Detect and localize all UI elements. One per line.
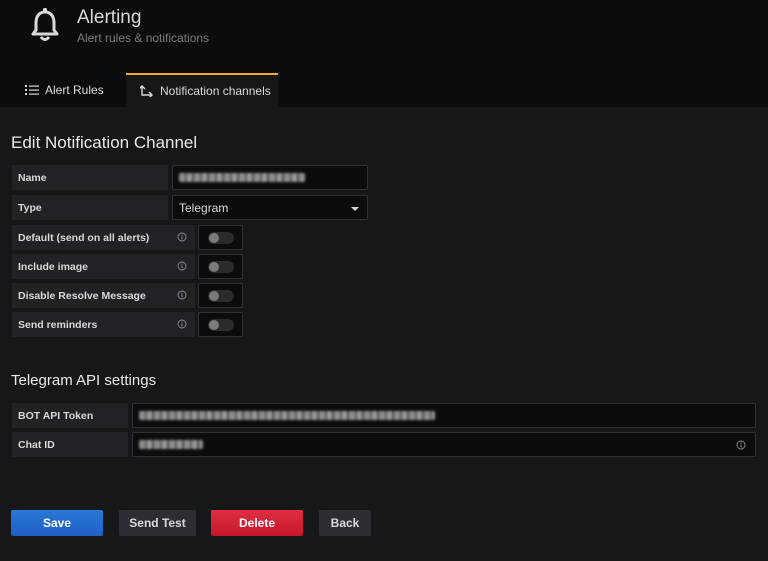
caret-down-icon — [351, 207, 359, 211]
page-title: Alerting — [77, 7, 142, 28]
redacted-value — [139, 440, 203, 449]
info-icon[interactable] — [177, 232, 187, 242]
tab-label: Alert Rules — [45, 83, 104, 97]
tab-label: Notification channels — [160, 84, 271, 98]
type-select[interactable]: Telegram — [172, 195, 368, 220]
type-label: Type — [12, 195, 168, 220]
info-icon[interactable] — [736, 440, 746, 450]
name-label: Name — [12, 165, 168, 190]
bot-token-input[interactable] — [132, 403, 756, 428]
send-test-button[interactable]: Send Test — [119, 510, 196, 536]
send-reminders-toggle[interactable] — [198, 312, 243, 337]
channel-icon — [140, 85, 153, 97]
bell-icon — [31, 8, 59, 41]
toggle-track — [208, 319, 234, 331]
redacted-value — [139, 411, 435, 420]
toggle-label-default: Default (send on all alerts) — [12, 225, 195, 250]
toggle-knob — [209, 262, 219, 272]
page-header: Alerting Alert rules & notifications Ale… — [0, 0, 768, 107]
chat-id-input[interactable] — [132, 432, 756, 457]
toggle-track — [208, 232, 234, 244]
tab-notification-channels[interactable]: Notification channels — [126, 73, 278, 107]
page-subtitle: Alert rules & notifications — [77, 31, 210, 45]
toggle-track — [208, 261, 234, 273]
back-button[interactable]: Back — [319, 510, 371, 536]
toggle-label-include-image: Include image — [12, 254, 195, 279]
list-icon — [25, 85, 39, 95]
disable-resolve-toggle[interactable] — [198, 283, 243, 308]
include-image-toggle[interactable] — [198, 254, 243, 279]
toggle-knob — [209, 320, 219, 330]
toggle-knob — [209, 291, 219, 301]
type-select-value: Telegram — [179, 200, 229, 215]
delete-button[interactable]: Delete — [211, 510, 303, 536]
info-icon[interactable] — [177, 290, 187, 300]
toggle-label-disable-resolve: Disable Resolve Message — [12, 283, 195, 308]
default-toggle[interactable] — [198, 225, 243, 250]
info-icon[interactable] — [177, 261, 187, 271]
section-title-edit-channel: Edit Notification Channel — [11, 133, 198, 152]
info-icon[interactable] — [177, 319, 187, 329]
toggle-knob — [209, 233, 219, 243]
chat-id-label: Chat ID — [12, 432, 128, 457]
tab-alert-rules[interactable]: Alert Rules — [12, 73, 122, 107]
toggle-label-send-reminders: Send reminders — [12, 312, 195, 337]
section-title-telegram: Telegram API settings — [11, 372, 157, 389]
save-button[interactable]: Save — [11, 510, 103, 536]
redacted-value — [179, 173, 305, 182]
toggle-track — [208, 290, 234, 302]
bot-token-label: BOT API Token — [12, 403, 128, 428]
name-input[interactable] — [172, 165, 368, 190]
